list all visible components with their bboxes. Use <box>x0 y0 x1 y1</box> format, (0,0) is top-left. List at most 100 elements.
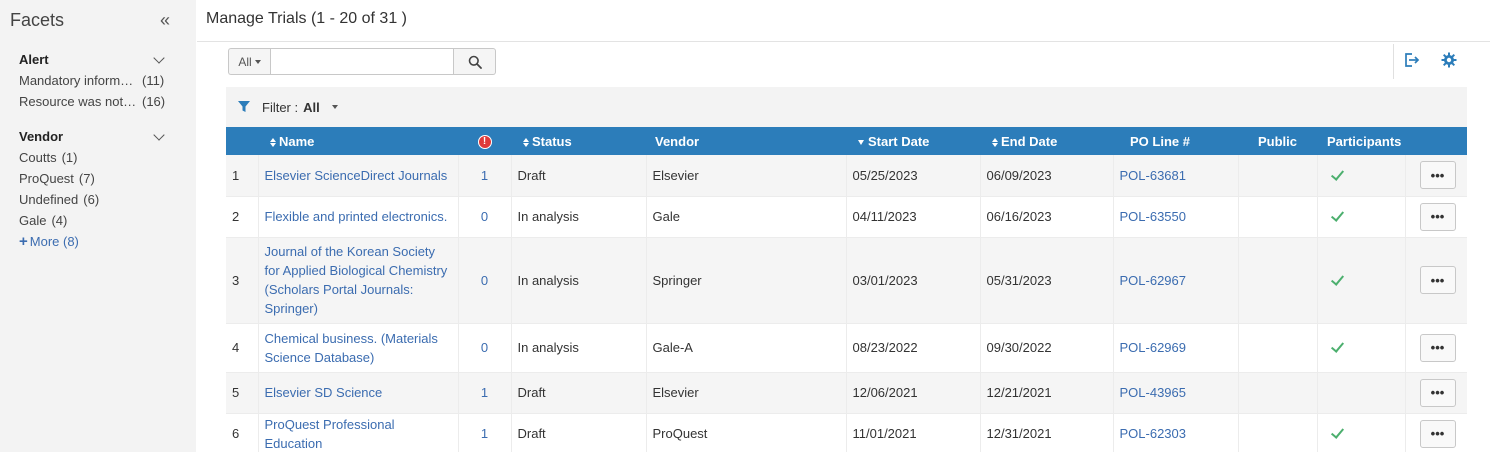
col-header-vendor[interactable]: Vendor <box>646 127 846 155</box>
filter-label: Filter : <box>262 99 299 115</box>
col-header-alert[interactable]: ! <box>458 127 511 155</box>
facet-group-header-alert[interactable]: Alert <box>19 50 169 70</box>
facet-item-count: (7) <box>78 171 95 186</box>
row-actions-button[interactable]: ••• <box>1419 202 1456 231</box>
col-header-name[interactable]: Name <box>258 127 458 155</box>
row-actions-button[interactable]: ••• <box>1419 419 1456 448</box>
chevron-down-icon[interactable] <box>153 52 165 64</box>
facet-item[interactable]: Undefined (6) <box>19 189 169 210</box>
col-header-actions <box>1405 127 1467 155</box>
trial-end-date: 06/09/2023 <box>980 155 1114 196</box>
alert-count[interactable]: 1 <box>458 155 512 196</box>
toolbar-divider <box>1393 44 1394 79</box>
facet-item-count: (6) <box>83 192 100 207</box>
search-input[interactable] <box>270 48 454 75</box>
col-header-participants[interactable]: Participants <box>1317 127 1405 155</box>
search-scope-dropdown[interactable]: All <box>228 48 270 75</box>
facet-item-name: Gale <box>19 213 47 228</box>
col-header-label: Public <box>1258 133 1298 149</box>
trial-participants <box>1317 196 1406 237</box>
row-actions-button[interactable]: ••• <box>1419 161 1456 190</box>
trial-public <box>1238 372 1318 413</box>
row-actions-cell: ••• <box>1405 372 1467 413</box>
row-number: 4 <box>226 323 259 372</box>
trial-vendor: Gale <box>646 196 847 237</box>
chevron-down-icon[interactable] <box>153 129 165 141</box>
col-header-label: Name <box>279 133 315 149</box>
row-actions-button[interactable]: ••• <box>1419 266 1456 294</box>
trial-name-link[interactable]: Journal of the Korean Society for Applie… <box>258 237 459 323</box>
trial-public <box>1238 323 1318 372</box>
po-line-link[interactable]: POL-43965 <box>1113 372 1239 413</box>
more-facets-label: More (8) <box>29 234 79 249</box>
col-header-label: PO Line # <box>1130 133 1190 149</box>
facet-item-count: (4) <box>51 213 68 228</box>
facets-title: Facets <box>10 10 65 30</box>
facet-item[interactable]: Coutts (1) <box>19 147 169 168</box>
col-header-start-date[interactable]: Start Date <box>846 127 980 155</box>
checkmark-icon <box>1330 425 1344 439</box>
facet-item[interactable]: Mandatory informa... (11) <box>19 70 169 91</box>
filter-value[interactable]: All <box>303 100 320 115</box>
facets-sidebar: Facets « Alert Mandatory informa... (11)… <box>0 0 196 452</box>
trial-name-link[interactable]: Elsevier ScienceDirect Journals <box>258 155 459 196</box>
trial-participants <box>1317 372 1406 413</box>
facet-item[interactable]: Gale (4) <box>19 210 169 231</box>
alert-count[interactable]: 1 <box>458 372 512 413</box>
row-number: 2 <box>226 196 259 237</box>
facet-item-count: (1) <box>61 150 78 165</box>
col-header-label: Status <box>532 133 572 149</box>
facet-item[interactable]: ProQuest (7) <box>19 168 169 189</box>
trial-start-date: 11/01/2021 <box>846 413 981 452</box>
trial-name-link[interactable]: Flexible and printed electronics. <box>258 196 459 237</box>
trial-start-date: 05/25/2023 <box>846 155 981 196</box>
row-actions-button[interactable]: ••• <box>1419 333 1456 362</box>
trial-vendor: ProQuest <box>646 413 847 452</box>
po-line-link[interactable]: POL-62967 <box>1113 237 1239 323</box>
trial-public <box>1238 413 1318 452</box>
trial-public <box>1238 196 1318 237</box>
col-header-label: Vendor <box>655 133 700 149</box>
settings-gear-icon[interactable] <box>1440 51 1458 69</box>
table-row: 4 Chemical business. (Materials Science D… <box>226 323 1467 372</box>
facet-item-name: Resource was not a... <box>19 94 137 109</box>
po-line-link[interactable]: POL-62969 <box>1113 323 1239 372</box>
more-facets-link[interactable]: + More (8) <box>19 231 169 252</box>
trials-table: Name ! Status Vendor Start Date End Date… <box>226 127 1467 452</box>
alert-count[interactable]: 0 <box>458 323 512 372</box>
search-button[interactable] <box>454 48 496 75</box>
trial-name-link[interactable]: Elsevier SD Science <box>258 372 459 413</box>
alert-count[interactable]: 1 <box>458 413 512 452</box>
po-line-link[interactable]: POL-63550 <box>1113 196 1239 237</box>
facet-item[interactable]: Resource was not a... (16) <box>19 91 169 112</box>
trial-participants <box>1317 155 1406 196</box>
row-actions-button[interactable]: ••• <box>1419 378 1456 407</box>
trial-name-link[interactable]: Chemical business. (Materials Science Da… <box>258 323 459 372</box>
alert-count[interactable]: 0 <box>458 237 512 323</box>
trial-status: In analysis <box>511 237 647 323</box>
row-actions-cell: ••• <box>1405 323 1467 372</box>
trial-end-date: 12/31/2021 <box>980 413 1114 452</box>
sort-icon <box>523 137 530 147</box>
export-icon[interactable] <box>1403 51 1421 69</box>
facet-group-title: Alert <box>19 52 49 67</box>
table-row: 2 Flexible and printed electronics. 0 In an… <box>226 196 1467 237</box>
po-line-link[interactable]: POL-62303 <box>1113 413 1239 452</box>
alert-count[interactable]: 0 <box>458 196 512 237</box>
col-header-po-line[interactable]: PO Line # <box>1113 127 1238 155</box>
col-header-status[interactable]: Status <box>511 127 646 155</box>
col-header-public[interactable]: Public <box>1238 127 1317 155</box>
search-bar: All <box>228 48 496 75</box>
trial-start-date: 12/06/2021 <box>846 372 981 413</box>
po-line-link[interactable]: POL-63681 <box>1113 155 1239 196</box>
caret-down-icon[interactable] <box>331 105 338 109</box>
sort-icon <box>992 137 999 147</box>
facet-group-header-vendor[interactable]: Vendor <box>19 127 169 147</box>
trial-end-date: 05/31/2023 <box>980 237 1114 323</box>
col-header-end-date[interactable]: End Date <box>980 127 1113 155</box>
collapse-sidebar-icon[interactable]: « <box>160 10 170 30</box>
trial-name-link[interactable]: ProQuest Professional Education <box>258 413 459 452</box>
trial-end-date: 09/30/2022 <box>980 323 1114 372</box>
trial-vendor: Elsevier <box>646 372 847 413</box>
checkmark-icon <box>1330 339 1344 353</box>
